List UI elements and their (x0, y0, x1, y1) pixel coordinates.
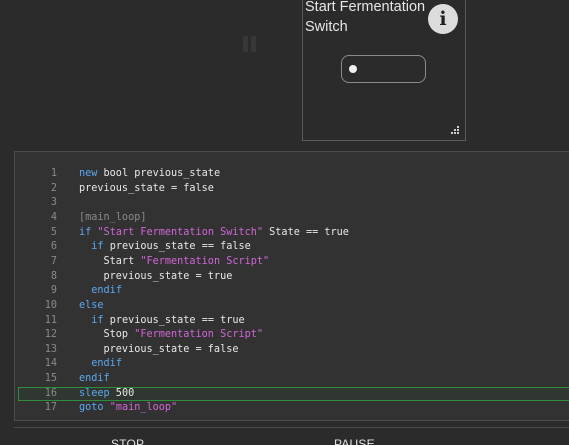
line-number: 5 (50, 226, 57, 238)
line-number: 11 (44, 314, 57, 326)
code-line: 7 Start "Fermentation Script" (15, 255, 569, 270)
line-code: endif (79, 373, 110, 385)
line-code: endif (91, 285, 122, 297)
line-code: previous_state = false (79, 182, 214, 194)
line-code: [main_loop] (79, 211, 147, 223)
code-line: 13 previous_state = false (15, 343, 569, 358)
line-code: else (79, 299, 104, 311)
switch-widget[interactable]: Start Fermentation Switch i (302, 0, 466, 141)
control-bar: STOP PAUSE (14, 427, 569, 445)
code-line: 16 sleep 500 (15, 387, 569, 402)
line-number: 10 (44, 299, 57, 311)
code-line: 4 [main_loop] (15, 211, 569, 226)
widget-title: Start Fermentation Switch (305, 0, 426, 35)
line-code: endif (91, 358, 122, 370)
line-code: sleep 500 (79, 387, 135, 399)
line-number: 17 (44, 402, 57, 414)
code-line: 15 endif (15, 372, 569, 387)
resize-grip-icon[interactable] (451, 126, 460, 135)
line-code: previous_state = true (79, 270, 233, 282)
info-icon[interactable]: i (428, 4, 458, 34)
code-line: 11 if previous_state == true (15, 314, 569, 329)
app-root: Start Fermentation Switch i 1 new bool pr… (0, 0, 569, 445)
line-code: if previous_state == true (91, 314, 245, 326)
script-editor[interactable]: 1 new bool previous_state 2 previous_state … (14, 151, 569, 421)
line-code: previous_state = false (79, 343, 239, 355)
toggle-knob (349, 65, 357, 73)
code-line: 9 endif (15, 284, 569, 299)
line-number: 8 (50, 270, 57, 282)
line-number: 16 (44, 387, 57, 399)
code-line: 1 new bool previous_state (15, 167, 569, 182)
pause-button[interactable]: PAUSE (334, 437, 375, 445)
line-number: 7 (50, 255, 57, 267)
line-code: if "Start Fermentation Switch" State == … (79, 226, 349, 238)
line-number: 13 (44, 343, 57, 355)
line-code: new bool previous_state (79, 168, 221, 179)
line-number: 12 (44, 329, 57, 341)
stop-button[interactable]: STOP (111, 437, 144, 445)
line-number: 6 (50, 241, 57, 253)
code-line: 2 previous_state = false (15, 182, 569, 197)
line-number: 2 (50, 182, 57, 194)
line-number: 4 (50, 211, 57, 223)
fermentation-toggle[interactable] (341, 55, 426, 83)
code-line: 8 previous_state = true (15, 270, 569, 285)
line-code: if previous_state == false (91, 241, 251, 253)
line-number: 9 (50, 285, 57, 297)
code-line: 5 if "Start Fermentation Switch" State ==… (15, 226, 569, 241)
line-code: Stop "Fermentation Script" (79, 329, 264, 341)
code-line: 10 else (15, 299, 569, 314)
pause-glyph-icon (241, 36, 259, 52)
code-line: 14 endif (15, 357, 569, 372)
line-code: goto "main_loop" (79, 402, 178, 414)
line-number: 15 (44, 373, 57, 385)
line-number: 3 (50, 197, 57, 209)
code-line: 6 if previous_state == false (15, 240, 569, 255)
line-number: 1 (50, 168, 57, 179)
code-line: 3 (15, 196, 569, 211)
line-number: 14 (44, 358, 57, 370)
line-code: Start "Fermentation Script" (79, 255, 270, 267)
code-line: 17 goto "main_loop" (15, 401, 569, 416)
code-line: 12 Stop "Fermentation Script" (15, 328, 569, 343)
